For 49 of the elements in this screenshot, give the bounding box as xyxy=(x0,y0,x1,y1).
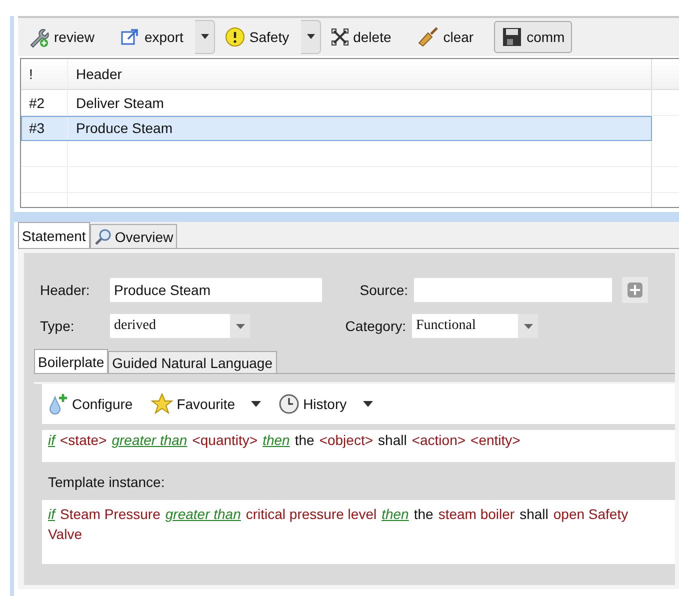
field-label: Category: xyxy=(344,318,406,334)
caret-icon xyxy=(251,401,262,407)
dropdown-button[interactable] xyxy=(195,20,216,54)
caret-icon xyxy=(524,324,532,328)
clock-icon xyxy=(279,394,300,414)
toolbar-button[interactable]: clear xyxy=(411,21,480,53)
export-icon xyxy=(120,27,140,47)
toolbar-button[interactable]: Safety xyxy=(219,21,296,53)
field-label: Source: xyxy=(358,282,408,298)
drop-icon xyxy=(48,393,68,415)
template-instance-text: if Steam Pressure greater than critical pressure level then the steam boiler shall open Safety Valve xyxy=(42,500,675,564)
toolbar-button[interactable]: Favourite xyxy=(150,393,262,415)
toolbar-button[interactable]: export xyxy=(114,21,190,53)
tab[interactable]: Overview xyxy=(90,224,178,248)
table-cell: Deliver Steam xyxy=(76,94,164,110)
toolbar-button[interactable]: History xyxy=(279,394,373,414)
caret-icon xyxy=(200,34,210,40)
add-button[interactable] xyxy=(622,277,648,303)
caret-icon xyxy=(362,401,373,407)
tab[interactable]: Boilerplate xyxy=(34,349,108,373)
broom-icon xyxy=(417,27,440,47)
field-label: Header: xyxy=(39,282,91,298)
warning-icon xyxy=(225,27,246,47)
toolbar-button[interactable]: Configure xyxy=(48,393,133,415)
star-icon xyxy=(150,393,173,415)
template-text: if <state> greater than <quantity> then the <object> shall <action> <entity> xyxy=(42,430,675,462)
wrench-icon xyxy=(28,26,50,48)
table-cell: #3 xyxy=(29,120,45,136)
caret-icon xyxy=(306,34,316,40)
tab[interactable]: Guided Natural Language xyxy=(108,351,276,373)
plus-icon xyxy=(627,282,643,298)
table-cell: #2 xyxy=(29,94,45,110)
header-field[interactable]: Produce Steam xyxy=(110,278,322,302)
table-row[interactable]: #2 Deliver Steam xyxy=(21,90,679,116)
column-header[interactable]: ! xyxy=(21,59,68,89)
toolbar-button[interactable]: delete xyxy=(325,21,398,53)
caret-icon xyxy=(236,324,244,328)
field-label: Type: xyxy=(39,318,76,334)
section-label: Template instance: xyxy=(47,473,166,492)
save-icon xyxy=(500,26,523,48)
table-cell: Produce Steam xyxy=(76,120,172,136)
toolbar-button[interactable]: comm xyxy=(494,21,572,53)
column-header[interactable]: Header xyxy=(68,59,652,89)
delete-icon xyxy=(331,28,350,46)
source-field[interactable] xyxy=(414,278,612,302)
magnifier-icon xyxy=(94,228,112,246)
tab[interactable]: Statement xyxy=(18,222,90,248)
toolbar-button[interactable]: review xyxy=(22,21,100,53)
dropdown-button[interactable] xyxy=(301,20,322,54)
